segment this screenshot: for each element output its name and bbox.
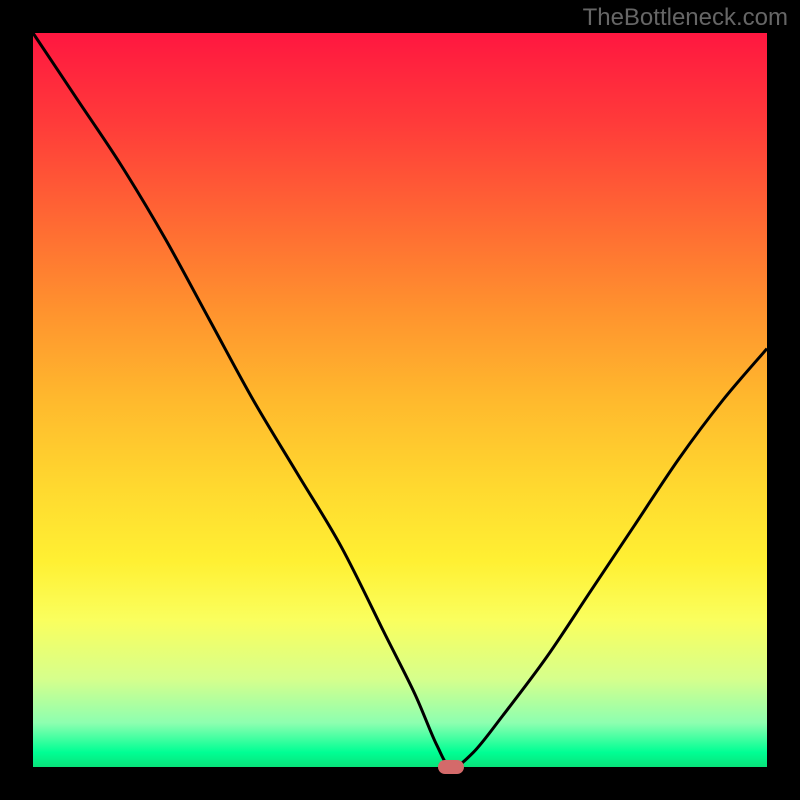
- optimum-marker: [438, 760, 464, 774]
- chart-container: TheBottleneck.com: [0, 0, 800, 800]
- curve-svg: [33, 33, 767, 767]
- plot-area: [33, 33, 767, 767]
- watermark-text: TheBottleneck.com: [583, 4, 788, 32]
- bottleneck-curve-path: [33, 33, 767, 767]
